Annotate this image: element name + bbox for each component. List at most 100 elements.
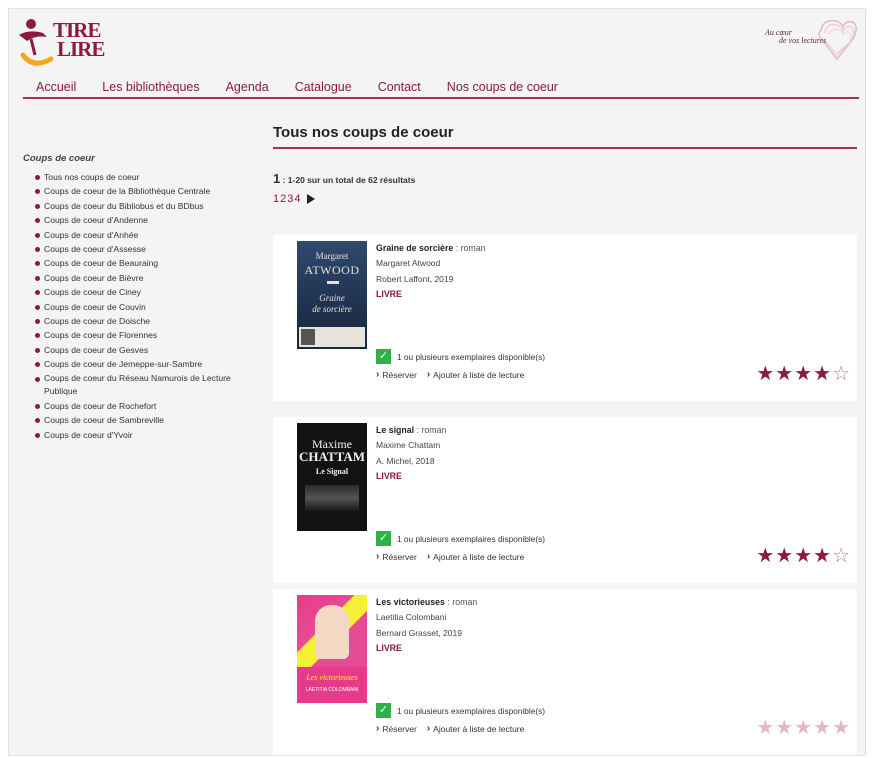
cover-figures [305, 485, 359, 511]
page-link[interactable]: 1 [273, 193, 279, 205]
book-title-line: Graine de sorcière : roman [376, 241, 676, 255]
results-summary: 1 : 1-20 sur un total de 62 résultats [273, 171, 415, 186]
book-info: Le signal : roman Maxime Chattam A. Mich… [376, 423, 676, 483]
reserve-link[interactable]: › Réserver [376, 723, 417, 734]
book-type: LIVRE [376, 643, 402, 653]
star-filled-icon: ★★★★ [756, 363, 833, 385]
results-text: : 1-20 sur un total de 62 résultats [282, 175, 416, 185]
logo-line-2: LIRE [57, 37, 105, 61]
book-genre: : roman [416, 425, 447, 435]
sidebar-item[interactable]: Coups de coeur de Beauraing [35, 256, 259, 270]
book-type: LIVRE [376, 471, 402, 481]
book-author: Margaret Atwood [376, 258, 441, 268]
availability-text: 1 ou plusieurs exemplaires disponible(s) [397, 533, 546, 544]
rating-stars: ★★★★☆ [756, 361, 851, 386]
cover-bird-icon [327, 281, 339, 284]
book-type: LIVRE [376, 289, 402, 299]
partner-line-2: de vos lectures [779, 36, 827, 45]
book-genre: : roman [455, 243, 486, 253]
nav-item-contact[interactable]: Contact [365, 75, 434, 97]
add-to-list-link[interactable]: › Ajouter à liste de lecture [427, 369, 525, 380]
sidebar-item[interactable]: Coups de coeur de Rochefort [35, 399, 259, 413]
star-empty-icon: ★★★★★ [756, 717, 851, 739]
add-to-list-label: Ajouter à liste de lecture [433, 551, 525, 562]
book-title-line: Le signal : roman [376, 423, 676, 437]
sidebar-item[interactable]: Coups de coeur de Ciney [35, 285, 259, 299]
site-logo[interactable]: TIRE LIRE [17, 15, 127, 67]
cover-text: ATWOOD [304, 263, 360, 277]
check-icon: ✓ [376, 349, 391, 364]
reserve-link[interactable]: › Réserver [376, 551, 417, 562]
partner-tagline: Au cœur de vos lectures [765, 29, 826, 45]
sidebar-item[interactable]: Coups de coeur de Bièvre [35, 271, 259, 285]
sidebar-item[interactable]: Coups de coeur de Florennes [35, 328, 259, 342]
book-actions: › Réserver › Ajouter à liste de lecture [376, 723, 524, 734]
page-link[interactable]: 3 [287, 193, 293, 205]
nav-item-agenda[interactable]: Agenda [213, 75, 282, 97]
book-author: Maxime Chattam [376, 440, 441, 450]
sidebar-item[interactable]: Tous nos coups de coeur [35, 170, 259, 184]
sidebar-item[interactable]: Coups de coeur de Doische [35, 314, 259, 328]
availability: ✓ 1 ou plusieurs exemplaires disponible(… [376, 531, 545, 546]
cover-text: de sorcière [312, 304, 352, 314]
page-link[interactable]: 4 [294, 193, 300, 205]
sidebar-item[interactable]: Coups de coeur d'Assesse [35, 242, 259, 256]
cover-text: CHATTAM [299, 449, 365, 464]
add-to-list-link[interactable]: › Ajouter à liste de lecture [427, 551, 525, 562]
sidebar-item[interactable]: Coups de coeur de Sambreville [35, 413, 259, 427]
cover-text: Le Signal [315, 467, 349, 476]
results-page-number: 1 [273, 171, 281, 186]
cover-text: Les victorieuses [306, 673, 358, 682]
book-genre: : roman [447, 597, 478, 607]
sidebar-title: Coups de coeur [23, 153, 95, 164]
sidebar-item[interactable]: Coups de coeur de la Bibliothèque Centra… [35, 184, 259, 198]
book-title[interactable]: Graine de sorcière [376, 243, 453, 253]
pagination: 1 2 3 4 [273, 193, 315, 205]
book-publisher: A. Michel, 2018 [376, 456, 435, 466]
add-to-list-link[interactable]: › Ajouter à liste de lecture [427, 723, 525, 734]
star-empty-icon: ☆ [832, 545, 851, 567]
sidebar-item[interactable]: Coups de coeur de Couvin [35, 300, 259, 314]
book-card: Margaret ATWOOD Graine de sorcière Grain… [273, 235, 857, 401]
sidebar-item[interactable]: Coups de coeur du Réseau Namurois de Lec… [35, 372, 259, 399]
sidebar-item[interactable]: Coups de coeur d'Yvoir [35, 428, 259, 442]
book-cover[interactable]: Les victorieuses LAETITIA COLOMBANI [297, 595, 367, 703]
book-title[interactable]: Le signal [376, 425, 414, 435]
page-title: Tous nos coups de coeur [273, 124, 857, 149]
book-info: Graine de sorcière : roman Margaret Atwo… [376, 241, 676, 301]
sidebar-item[interactable]: Coups de coeur de Jemeppe-sur-Sambre [35, 357, 259, 371]
availability-text: 1 ou plusieurs exemplaires disponible(s) [397, 351, 546, 362]
chevron-right-icon: › [426, 369, 431, 380]
book-cover[interactable]: Maxime CHATTAM Le Signal [297, 423, 367, 531]
check-icon: ✓ [376, 531, 391, 546]
chevron-right-icon: › [376, 551, 380, 562]
availability: ✓ 1 ou plusieurs exemplaires disponible(… [376, 703, 545, 718]
availability: ✓ 1 ou plusieurs exemplaires disponible(… [376, 349, 545, 364]
sidebar-item[interactable]: Coups de coeur du Bibliobus et du BDbus [35, 199, 259, 213]
nav-item-bibliotheques[interactable]: Les bibliothèques [89, 75, 212, 97]
sidebar-item[interactable]: Coups de coeur de Gesves [35, 343, 259, 357]
book-cover[interactable]: Margaret ATWOOD Graine de sorcière [297, 241, 367, 349]
sidebar-list: Tous nos coups de coeur Coups de coeur d… [23, 170, 259, 442]
add-to-list-label: Ajouter à liste de lecture [433, 369, 525, 380]
next-page-icon[interactable] [306, 194, 315, 204]
page-link[interactable]: 2 [280, 193, 286, 205]
nav-item-catalogue[interactable]: Catalogue [282, 75, 365, 97]
book-author: Laetitia Colombani [376, 612, 447, 622]
sidebar-item[interactable]: Coups de coeur d'Andenne [35, 213, 259, 227]
book-actions: › Réserver › Ajouter à liste de lecture [376, 369, 524, 380]
reserve-label: Réserver [382, 369, 417, 380]
cover-face [315, 605, 349, 659]
availability-text: 1 ou plusieurs exemplaires disponible(s) [397, 705, 546, 716]
nav-item-accueil[interactable]: Accueil [23, 75, 89, 97]
cover-portrait [301, 329, 315, 345]
add-to-list-label: Ajouter à liste de lecture [433, 723, 525, 734]
book-title[interactable]: Les victorieuses [376, 597, 445, 607]
main-nav: Accueil Les bibliothèques Agenda Catalog… [23, 75, 859, 99]
cover-text: LAETITIA COLOMBANI [305, 687, 359, 693]
reserve-link[interactable]: › Réserver [376, 369, 417, 380]
cover-text: Margaret [315, 251, 349, 261]
nav-item-coups-de-coeur[interactable]: Nos coups de coeur [434, 75, 571, 97]
cover-text: Graine [319, 293, 345, 303]
sidebar-item[interactable]: Coups de coeur d'Anhée [35, 228, 259, 242]
